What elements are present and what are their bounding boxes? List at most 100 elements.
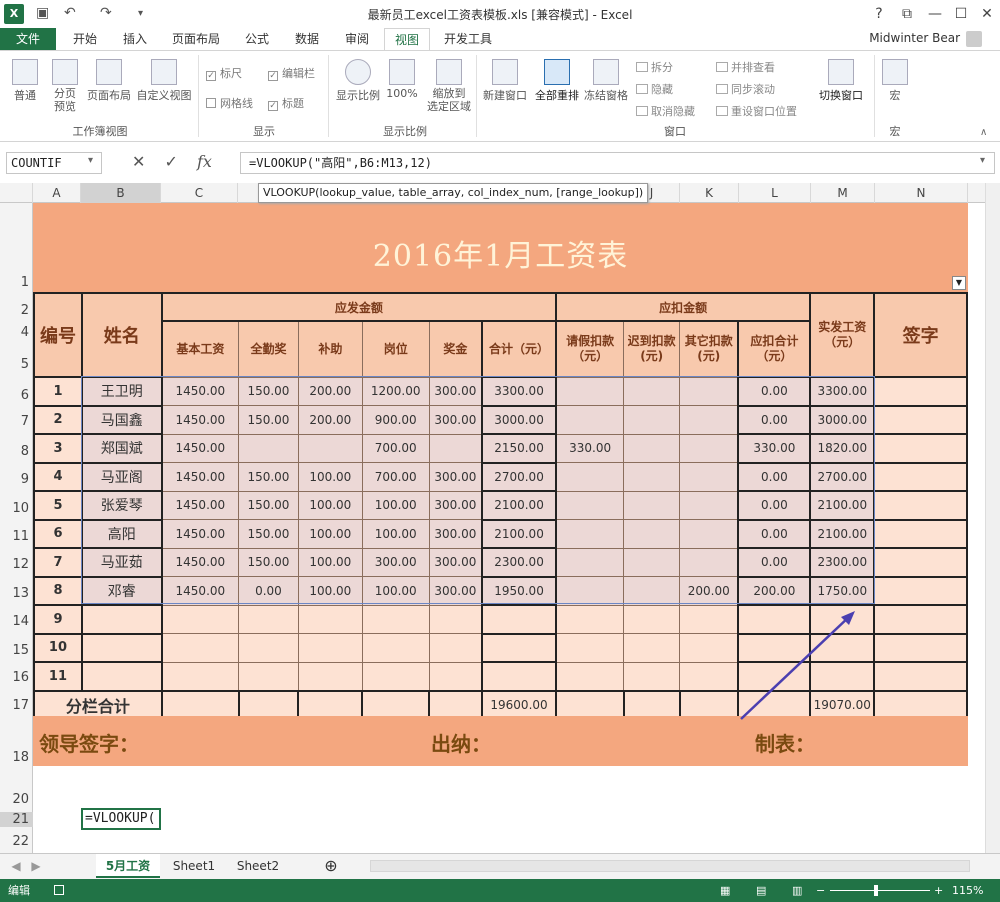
table-cell[interactable]: 100.00 — [297, 462, 363, 492]
table-cell[interactable] — [873, 661, 968, 692]
row-header[interactable]: 22 — [0, 834, 33, 849]
table-cell[interactable]: 150.00 — [238, 519, 299, 549]
employee-name[interactable]: 马亚茹 — [80, 547, 163, 578]
employee-name[interactable]: 高阳 — [80, 518, 163, 549]
table-cell[interactable] — [297, 604, 363, 634]
table-cell[interactable] — [160, 689, 240, 720]
table-cell[interactable] — [678, 689, 740, 720]
table-cell[interactable]: 0.00 — [737, 490, 812, 521]
employee-name[interactable]: 马国鑫 — [80, 404, 163, 435]
zoom-slider[interactable] — [830, 890, 930, 891]
table-cell[interactable] — [428, 633, 483, 663]
table-cell[interactable] — [873, 461, 968, 492]
column-header[interactable]: K — [680, 183, 739, 203]
select-all-corner[interactable] — [0, 183, 33, 203]
add-sheet-icon[interactable]: ⊕ — [320, 854, 342, 878]
row-number[interactable]: 4 — [33, 461, 83, 492]
hide-button[interactable]: 隐藏 — [636, 81, 673, 97]
column-header[interactable]: N — [875, 183, 968, 203]
table-cell[interactable]: 100.00 — [297, 547, 363, 577]
table-cell[interactable] — [873, 490, 968, 521]
row-header[interactable]: 1 — [0, 275, 33, 290]
table-cell[interactable] — [238, 633, 299, 663]
table-cell[interactable]: 1450.00 — [161, 405, 240, 435]
tab-view[interactable]: 视图 — [384, 28, 430, 50]
table-cell[interactable] — [873, 433, 968, 464]
table-cell[interactable] — [873, 518, 968, 549]
maximize-icon[interactable]: ☐ — [948, 4, 974, 24]
tab-formulas[interactable]: 公式 — [234, 28, 280, 50]
minimize-icon[interactable]: — — [922, 4, 948, 24]
employee-name[interactable]: 张爱琴 — [80, 490, 163, 521]
table-cell[interactable]: 200.00 — [297, 405, 363, 435]
zoom-to-selection-button[interactable]: 缩放到 选定区域 — [424, 59, 474, 113]
table-cell[interactable] — [623, 576, 681, 606]
row-header[interactable]: 8 — [0, 444, 33, 459]
table-cell[interactable]: 300.00 — [428, 462, 483, 492]
row-header[interactable]: 5 — [0, 357, 33, 372]
row-header[interactable]: 12 — [0, 557, 33, 572]
row-header[interactable]: 17 — [0, 698, 33, 713]
arrange-all-button[interactable]: 全部重排 — [532, 59, 582, 103]
employee-name[interactable] — [80, 632, 163, 663]
table-cell[interactable] — [481, 632, 557, 663]
column-header[interactable]: L — [739, 183, 811, 203]
cancel-icon[interactable]: ✕ — [132, 152, 145, 171]
collapse-ribbon-icon[interactable]: ∧ — [980, 127, 987, 138]
table-cell[interactable] — [555, 633, 625, 663]
employee-name[interactable]: 王卫明 — [80, 376, 163, 407]
table-cell[interactable] — [873, 604, 968, 635]
table-cell[interactable] — [623, 661, 681, 691]
customize-qat-icon[interactable]: ▾ — [138, 8, 143, 19]
vertical-scrollbar[interactable] — [985, 183, 1000, 853]
table-cell[interactable]: 300.00 — [428, 547, 483, 577]
table-cell[interactable]: 0.00 — [737, 518, 812, 549]
sheet-tab-may-salary[interactable]: 5月工资 — [96, 854, 160, 878]
tab-insert[interactable]: 插入 — [112, 28, 158, 50]
table-cell[interactable] — [428, 689, 484, 720]
tab-page-layout[interactable]: 页面布局 — [164, 28, 228, 50]
table-cell[interactable]: 150.00 — [238, 405, 299, 435]
reset-window-position-button[interactable]: 重设窗口位置 — [716, 103, 797, 119]
tab-data[interactable]: 数据 — [284, 28, 330, 50]
table-cell[interactable]: 300.00 — [428, 490, 483, 520]
table-cell[interactable] — [555, 604, 625, 634]
table-cell[interactable] — [361, 661, 430, 691]
subtotal-income[interactable]: 19600.00 — [481, 689, 557, 720]
table-cell[interactable]: 100.00 — [297, 576, 363, 606]
enter-icon[interactable]: ✓ — [165, 152, 178, 171]
row-header[interactable]: 7 — [0, 414, 33, 429]
table-cell[interactable]: 100.00 — [361, 490, 430, 520]
row-number[interactable]: 5 — [33, 490, 83, 521]
table-cell[interactable]: 1820.00 — [809, 433, 876, 464]
table-cell[interactable] — [623, 405, 681, 435]
table-cell[interactable]: 700.00 — [361, 462, 430, 492]
view-side-by-side-button[interactable]: 并排查看 — [716, 59, 775, 75]
table-cell[interactable] — [481, 604, 557, 635]
sheet-tab-sheet2[interactable]: Sheet2 — [228, 854, 288, 878]
table-cell[interactable]: 3000.00 — [809, 404, 876, 435]
table-cell[interactable] — [554, 689, 625, 720]
row-number[interactable]: 2 — [33, 404, 83, 435]
table-cell[interactable] — [873, 376, 968, 407]
table-cell[interactable] — [555, 376, 625, 406]
macro-record-icon[interactable] — [54, 885, 64, 895]
worksheet[interactable]: 2016年1月工资表 ▼ 编号 姓名 应发金额 应扣金额 实发工资（元） 签字 … — [33, 203, 968, 767]
table-cell[interactable]: 300.00 — [428, 376, 483, 406]
table-cell[interactable] — [555, 462, 625, 492]
table-cell[interactable] — [679, 661, 739, 691]
table-cell[interactable]: 2300.00 — [809, 547, 876, 578]
zoom-100-button[interactable]: 100% — [384, 59, 420, 100]
row-header[interactable]: 21 — [0, 812, 33, 827]
page-break-preview-button[interactable]: 分页 预览 — [46, 59, 84, 113]
table-cell[interactable] — [679, 462, 739, 492]
table-cell[interactable]: 2300.00 — [481, 547, 557, 578]
table-cell[interactable]: 300.00 — [428, 405, 483, 435]
table-cell[interactable] — [623, 633, 681, 663]
freeze-panes-button[interactable]: 冻结窗格 — [582, 59, 630, 103]
table-cell[interactable] — [873, 547, 968, 578]
table-cell[interactable]: 1200.00 — [361, 376, 430, 406]
employee-name[interactable]: 邓睿 — [80, 575, 163, 606]
table-cell[interactable] — [623, 490, 681, 520]
formula-input[interactable]: =VLOOKUP("高阳",B6:M13,12) — [240, 152, 995, 174]
